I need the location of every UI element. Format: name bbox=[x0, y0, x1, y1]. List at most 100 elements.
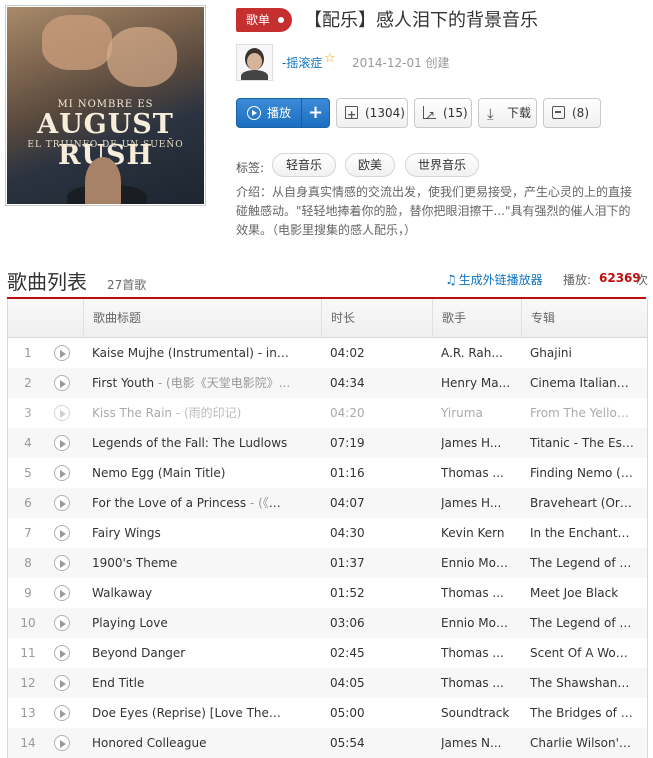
track-title-cell[interactable]: Kaise Mujhe (Instrumental) - instr... bbox=[92, 338, 292, 368]
generate-outchain-player-link[interactable]: ♫ 生成外链播放器 bbox=[445, 271, 543, 288]
track-title-cell[interactable]: For the Love of a Princess - (《勇... bbox=[92, 488, 292, 518]
creator-name-link[interactable]: -摇滚症 bbox=[282, 54, 322, 71]
play-track-icon[interactable] bbox=[54, 645, 70, 661]
table-row[interactable]: 7 Fairy Wings 04:30 Kevin Kern In the Enchan… bbox=[8, 518, 647, 548]
track-artist[interactable]: Kevin Kern bbox=[441, 518, 511, 548]
play-track-icon[interactable] bbox=[54, 345, 70, 361]
track-album[interactable]: Finding Nemo (S... bbox=[530, 458, 634, 488]
track-album[interactable]: Scent Of A Woman bbox=[530, 638, 634, 668]
track-title-cell[interactable]: Doe Eyes (Reprise) [Love Theme... bbox=[92, 698, 292, 728]
track-artist[interactable]: Henry Ma... bbox=[441, 368, 511, 398]
track-title-cell[interactable]: Legends of the Fall: The Ludlows bbox=[92, 428, 292, 458]
play-track-icon[interactable] bbox=[54, 495, 70, 511]
track-album[interactable]: Meet Joe Black bbox=[530, 578, 634, 608]
column-header-duration[interactable]: 时长 bbox=[321, 299, 432, 337]
track-title[interactable]: First Youth bbox=[92, 376, 154, 390]
column-header-artist[interactable]: 歌手 bbox=[432, 299, 521, 337]
table-row[interactable]: 5 Nemo Egg (Main Title) 01:16 Thomas ... Fin… bbox=[8, 458, 647, 488]
play-track-icon[interactable] bbox=[54, 615, 70, 631]
tag-western[interactable]: 欧美 bbox=[345, 153, 395, 177]
table-row[interactable]: 4 Legends of the Fall: The Ludlows 07:19 Ja… bbox=[8, 428, 647, 458]
track-title-cell[interactable]: Beyond Danger bbox=[92, 638, 292, 668]
track-title[interactable]: Legends of the Fall: The Ludlows bbox=[92, 436, 287, 450]
tag-light-music[interactable]: 轻音乐 bbox=[272, 153, 336, 177]
share-button[interactable]: (15) bbox=[414, 98, 472, 129]
playlist-cover[interactable]: MI NOMBRE ES AUGUST RUSH EL TRIUNFO DE U… bbox=[5, 5, 206, 206]
track-title[interactable]: Honored Colleague bbox=[92, 736, 207, 750]
table-row[interactable]: 14 Honored Colleague 05:54 James N... Charli… bbox=[8, 728, 647, 758]
play-track-icon[interactable] bbox=[54, 375, 70, 391]
table-row[interactable]: 11 Beyond Danger 02:45 Thomas ... Scent Of A… bbox=[8, 638, 647, 668]
track-artist[interactable]: Thomas ... bbox=[441, 578, 511, 608]
track-artist[interactable]: James H... bbox=[441, 428, 511, 458]
track-artist[interactable]: A.R. Rah... bbox=[441, 338, 511, 368]
track-title[interactable]: Fairy Wings bbox=[92, 526, 161, 540]
track-title[interactable]: Walkaway bbox=[92, 586, 152, 600]
track-album[interactable]: Cinema Italiano: ... bbox=[530, 368, 634, 398]
creator-avatar[interactable] bbox=[236, 44, 273, 81]
track-title[interactable]: 1900's Theme bbox=[92, 556, 177, 570]
track-title-cell[interactable]: End Title bbox=[92, 668, 292, 698]
track-title[interactable]: End Title bbox=[92, 676, 144, 690]
track-title[interactable]: Beyond Danger bbox=[92, 646, 185, 660]
track-title-cell[interactable]: Nemo Egg (Main Title) bbox=[92, 458, 292, 488]
track-album[interactable]: Braveheart (Origi... bbox=[530, 488, 634, 518]
play-track-icon[interactable] bbox=[54, 705, 70, 721]
track-album[interactable]: Ghajini bbox=[530, 338, 634, 368]
add-to-queue-button[interactable]: + bbox=[301, 99, 330, 127]
play-track-icon[interactable] bbox=[54, 675, 70, 691]
track-title[interactable]: For the Love of a Princess bbox=[92, 496, 246, 510]
tag-world-music[interactable]: 世界音乐 bbox=[405, 153, 479, 177]
play-track-icon[interactable] bbox=[54, 525, 70, 541]
track-title[interactable]: Doe Eyes (Reprise) [Love Theme... bbox=[92, 706, 292, 720]
track-album[interactable]: The Legend of 1... bbox=[530, 608, 634, 638]
track-title[interactable]: Playing Love bbox=[92, 616, 168, 630]
track-artist[interactable]: Thomas ... bbox=[441, 458, 511, 488]
table-row[interactable]: 10 Playing Love 03:06 Ennio Mor... The Legen… bbox=[8, 608, 647, 638]
play-track-icon[interactable] bbox=[54, 555, 70, 571]
track-artist[interactable]: James H... bbox=[441, 488, 511, 518]
track-artist[interactable]: Ennio Mor... bbox=[441, 608, 511, 638]
track-album[interactable]: Charlie Wilson's ... bbox=[530, 728, 634, 758]
track-artist[interactable]: James N... bbox=[441, 728, 511, 758]
track-album[interactable]: In the Enchanted... bbox=[530, 518, 634, 548]
play-track-icon[interactable] bbox=[54, 585, 70, 601]
track-title-cell[interactable]: Fairy Wings bbox=[92, 518, 292, 548]
track-album[interactable]: Titanic - The Ess... bbox=[530, 428, 634, 458]
track-album[interactable]: The Legend of 1... bbox=[530, 548, 634, 578]
track-title[interactable]: Nemo Egg (Main Title) bbox=[92, 466, 225, 480]
table-row[interactable]: 6 For the Love of a Princess - (《勇... 04:0… bbox=[8, 488, 647, 518]
table-row[interactable]: 1 Kaise Mujhe (Instrumental) - instr... 04… bbox=[8, 338, 647, 368]
track-artist[interactable]: Thomas ... bbox=[441, 638, 511, 668]
table-row[interactable]: 9 Walkaway 01:52 Thomas ... Meet Joe Black bbox=[8, 578, 647, 608]
track-artist[interactable]: Yiruma bbox=[441, 398, 511, 428]
table-row[interactable]: 12 End Title 04:05 Thomas ... The Shawshank … bbox=[8, 668, 647, 698]
track-artist[interactable]: Ennio Mor... bbox=[441, 548, 511, 578]
track-album[interactable]: From The Yellow... bbox=[530, 398, 634, 428]
play-track-icon[interactable] bbox=[54, 435, 70, 451]
track-artist[interactable]: Thomas ... bbox=[441, 668, 511, 698]
track-title-cell[interactable]: Honored Colleague bbox=[92, 728, 292, 758]
play-track-icon[interactable] bbox=[54, 405, 70, 421]
download-button[interactable]: 下载 bbox=[478, 98, 537, 128]
track-album[interactable]: The Shawshank ... bbox=[530, 668, 634, 698]
table-row[interactable]: 3 Kiss The Rain - (雨的印记) 04:20 Yiruma From T… bbox=[8, 398, 647, 428]
track-title-cell[interactable]: Playing Love bbox=[92, 608, 292, 638]
table-row[interactable]: 2 First Youth - (电影《天堂电影院》... 04:34 Henry M… bbox=[8, 368, 647, 398]
play-track-icon[interactable] bbox=[54, 465, 70, 481]
column-header-album[interactable]: 专辑 bbox=[521, 299, 645, 337]
track-title-cell[interactable]: Kiss The Rain - (雨的印记) bbox=[92, 398, 292, 428]
track-title[interactable]: Kaise Mujhe (Instrumental) - instr... bbox=[92, 346, 292, 360]
collect-button[interactable]: (1304) bbox=[336, 98, 408, 129]
track-title[interactable]: Kiss The Rain bbox=[92, 406, 172, 420]
track-title-cell[interactable]: Walkaway bbox=[92, 578, 292, 608]
track-title-cell[interactable]: First Youth - (电影《天堂电影院》... bbox=[92, 368, 292, 398]
track-album[interactable]: The Bridges of M... bbox=[530, 698, 634, 728]
column-header-title[interactable]: 歌曲标题 bbox=[83, 299, 321, 337]
track-artist[interactable]: Soundtrack bbox=[441, 698, 511, 728]
table-row[interactable]: 8 1900's Theme 01:37 Ennio Mor... The Legend… bbox=[8, 548, 647, 578]
play-button[interactable]: 播放 + bbox=[236, 98, 330, 128]
table-row[interactable]: 13 Doe Eyes (Reprise) [Love Theme... 05:00… bbox=[8, 698, 647, 728]
track-title-cell[interactable]: 1900's Theme bbox=[92, 548, 292, 578]
play-track-icon[interactable] bbox=[54, 735, 70, 751]
